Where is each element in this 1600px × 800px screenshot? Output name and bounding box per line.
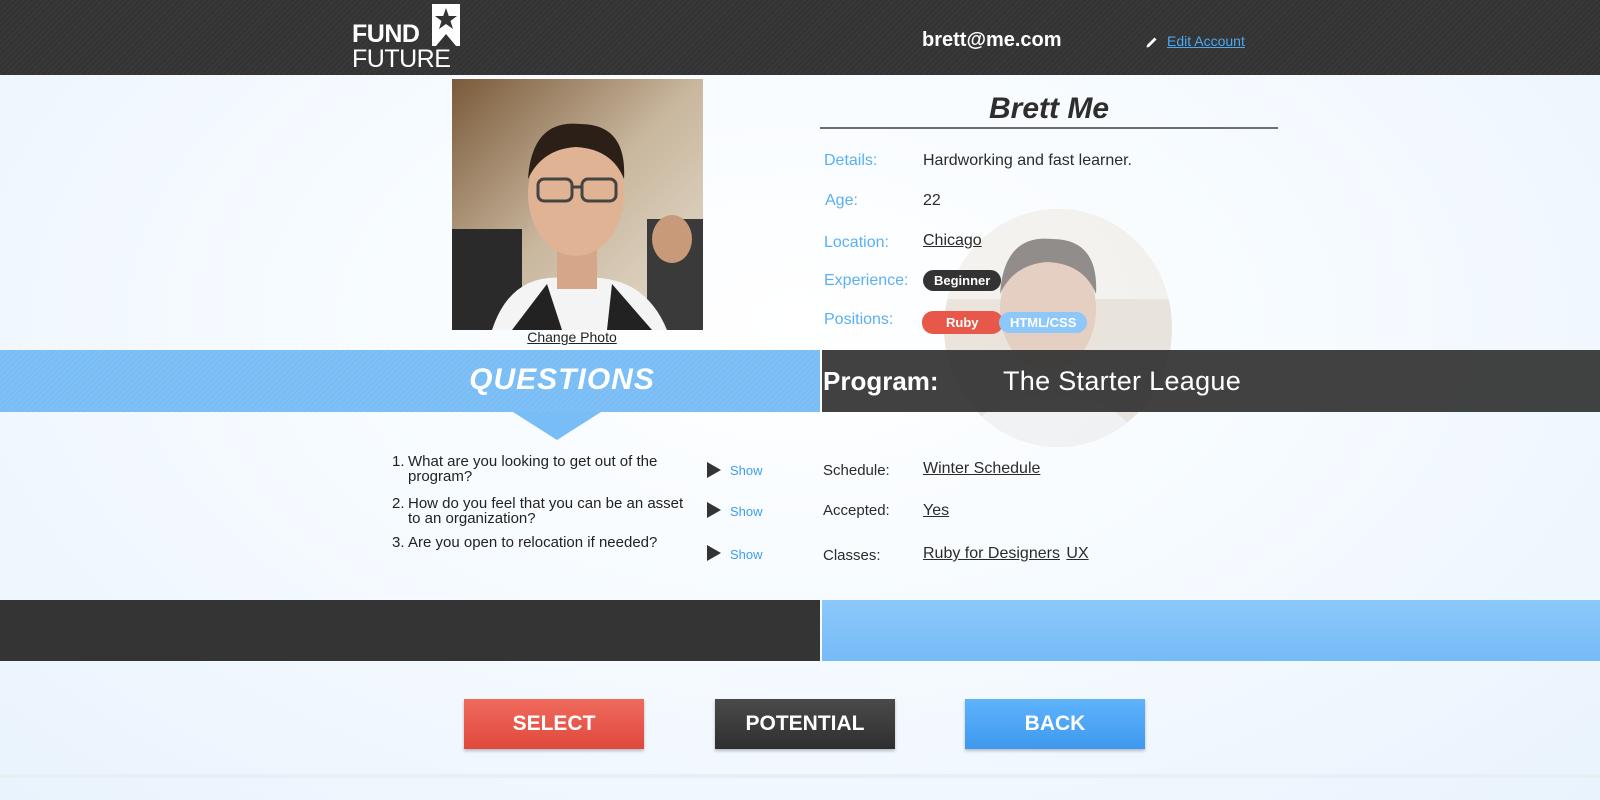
show-arrow-icon[interactable] [707,462,721,478]
potential-button[interactable]: POTENTIAL [715,699,895,749]
logo-line1: FUND [352,20,420,48]
edit-account-link[interactable]: Edit Account [1167,33,1245,49]
details-label: Details: [824,152,878,169]
question-number: 2. [392,495,405,512]
positions-tags: Ruby HTML/CSS [922,311,1088,334]
positions-label: Positions: [824,311,894,328]
class-link[interactable]: Ruby for Designers [923,545,1060,562]
show-arrow-icon[interactable] [707,545,721,561]
position-tag-ruby: Ruby [922,311,1003,334]
show-answer-link[interactable]: Show [730,463,763,478]
age-label: Age: [825,192,858,209]
classes-list: Ruby for Designers UX [923,545,1089,563]
accepted-label: Accepted: [823,502,890,519]
logo-line2: FUTURE [352,45,451,73]
program-value: The Starter League [1003,366,1242,396]
logo-star-icon [432,4,460,46]
footer-band-blue [822,600,1600,661]
show-answer-link[interactable]: Show [730,547,763,562]
change-photo-link[interactable]: Change Photo [452,329,692,345]
experience-label: Experience: [824,272,909,289]
accepted-value[interactable]: Yes [923,502,949,520]
back-button[interactable]: BACK [965,699,1145,749]
age-value: 22 [923,192,941,209]
question-number: 1. [392,453,405,470]
user-email: brett@me.com [922,29,1062,51]
position-tag-html-css: HTML/CSS [998,312,1088,333]
question-text: What are you looking to get out of the pr… [408,453,658,485]
experience-badge: Beginner [923,270,1002,291]
details-value: Hardworking and fast learner. [923,152,1132,169]
show-arrow-icon[interactable] [707,502,721,518]
question-number: 3. [392,534,405,551]
class-link[interactable]: UX [1066,545,1088,562]
classes-label: Classes: [823,547,881,564]
questions-pointer [513,412,601,440]
profile-photo [452,79,703,330]
footer-band-dark [0,600,820,661]
location-label: Location: [824,234,889,251]
program-label: Program: [823,366,939,396]
show-answer-link[interactable]: Show [730,504,763,519]
question-text: How do you feel that you can be an asset… [408,495,684,527]
question-text: Are you open to relocation if needed? [408,534,658,551]
fund-future-logo[interactable]: FUND FUTURE [352,4,464,73]
pencil-icon [1146,37,1157,48]
location-link[interactable]: Chicago [923,232,982,250]
schedule-label: Schedule: [823,462,890,479]
experience-value: Beginner [923,270,1002,291]
select-button[interactable]: SELECT [464,699,644,749]
schedule-link[interactable]: Winter Schedule [923,460,1040,478]
page-bottom-rule [0,774,1600,778]
name-divider [820,127,1278,129]
profile-name: Brett Me [988,92,1109,125]
top-bar [0,0,1600,75]
